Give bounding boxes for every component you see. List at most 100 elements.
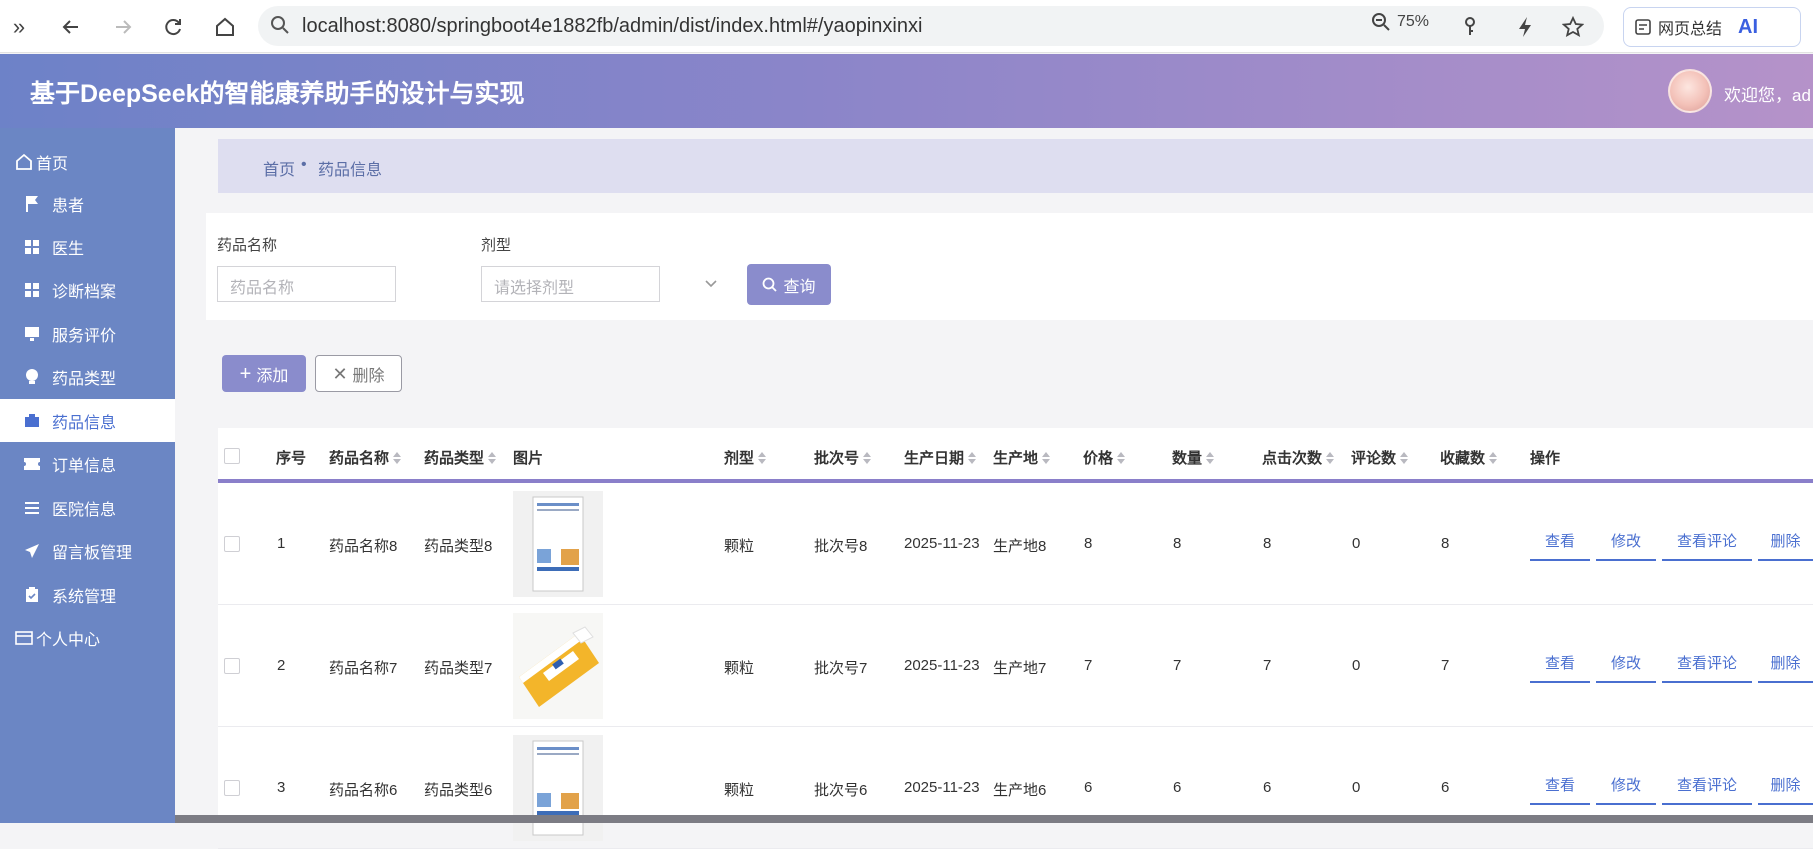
col-prod-date[interactable]: 生产日期 bbox=[904, 447, 977, 468]
sidebar-item-orders[interactable]: 订单信息 bbox=[0, 442, 175, 485]
zoom-indicator[interactable]: 75% bbox=[1371, 12, 1429, 32]
cell-clicks: 7 bbox=[1263, 657, 1272, 674]
view-comments-link[interactable]: 查看评论 bbox=[1662, 530, 1752, 561]
horizontal-scrollbar[interactable] bbox=[175, 815, 1813, 823]
sidebar-item-system[interactable]: 系统管理 bbox=[0, 573, 175, 616]
sidebar-item-patients[interactable]: 患者 bbox=[0, 182, 175, 225]
sort-icon[interactable] bbox=[758, 451, 767, 464]
view-link[interactable]: 查看 bbox=[1530, 530, 1590, 561]
double-chevron-icon[interactable]: » bbox=[4, 12, 34, 42]
cell-drug-name: 药品名称7 bbox=[329, 660, 398, 677]
sort-icon[interactable] bbox=[1117, 451, 1126, 464]
sidebar-item-home[interactable]: 首页 bbox=[0, 140, 175, 183]
cell-drug-name: 药品名称6 bbox=[329, 782, 398, 799]
edit-link[interactable]: 修改 bbox=[1596, 652, 1656, 683]
delete-link[interactable]: 删除 bbox=[1758, 530, 1813, 561]
col-favorites[interactable]: 收藏数 bbox=[1440, 447, 1498, 468]
reload-icon[interactable] bbox=[158, 12, 188, 42]
col-drug-type[interactable]: 药品类型 bbox=[424, 447, 497, 468]
col-dosage-form[interactable]: 剂型 bbox=[724, 447, 767, 468]
page-summary-button[interactable]: 网页总结 AI bbox=[1623, 7, 1801, 47]
url-text: localhost:8080/springboot4e1882fb/admin/… bbox=[302, 15, 923, 37]
sidebar-item-reviews[interactable]: 服务评价 bbox=[0, 312, 175, 355]
cell-quantity: 7 bbox=[1173, 657, 1182, 674]
view-comments-link[interactable]: 查看评论 bbox=[1662, 652, 1752, 683]
cell-comments: 0 bbox=[1352, 535, 1361, 552]
col-batch[interactable]: 批次号 bbox=[814, 447, 872, 468]
col-origin[interactable]: 生产地 bbox=[993, 447, 1051, 468]
delete-link[interactable]: 删除 bbox=[1758, 774, 1813, 805]
sidebar-item-label: 订单信息 bbox=[52, 457, 117, 475]
view-comments-link[interactable]: 查看评论 bbox=[1662, 774, 1752, 805]
delete-link[interactable]: 删除 bbox=[1758, 652, 1813, 683]
col-comments[interactable]: 评论数 bbox=[1351, 447, 1409, 468]
sort-icon[interactable] bbox=[1326, 451, 1335, 464]
avatar[interactable] bbox=[1668, 69, 1712, 113]
view-link[interactable]: 查看 bbox=[1530, 652, 1590, 683]
delete-button[interactable]: ✕ 删除 bbox=[315, 355, 402, 392]
key-icon[interactable] bbox=[1455, 12, 1485, 42]
cell-prod-date: 2025-11-23 bbox=[904, 657, 980, 674]
cell-drug-name: 药品名称8 bbox=[329, 538, 398, 555]
col-price[interactable]: 价格 bbox=[1083, 447, 1126, 468]
sidebar-item-label: 诊断档案 bbox=[52, 283, 117, 301]
sidebar-item-diagnosis[interactable]: 诊断档案 bbox=[0, 268, 175, 311]
cell-comments: 0 bbox=[1352, 657, 1361, 674]
forward-arrow-icon[interactable] bbox=[108, 12, 138, 42]
cell-drug-type: 药品类型8 bbox=[424, 538, 493, 555]
chevron-down-icon[interactable] bbox=[703, 277, 719, 291]
edit-link[interactable]: 修改 bbox=[1596, 774, 1656, 805]
home-browser-icon[interactable] bbox=[210, 12, 240, 42]
sidebar-item-label: 患者 bbox=[52, 197, 85, 215]
sort-icon[interactable] bbox=[1400, 451, 1409, 464]
drug-table: 序号 药品名称 药品类型 图片 剂型 批次号 生产日期 生产地 价格 数量 点击… bbox=[218, 428, 1813, 849]
sort-icon[interactable] bbox=[968, 451, 977, 464]
drug-name-input[interactable]: 药品名称 bbox=[217, 266, 396, 302]
sidebar-item-drug-types[interactable]: 药品类型 bbox=[0, 355, 175, 398]
col-clicks[interactable]: 点击次数 bbox=[1262, 447, 1335, 468]
cell-comments: 0 bbox=[1352, 779, 1361, 796]
search-icon bbox=[763, 277, 778, 292]
sidebar-item-hospitals[interactable]: 医院信息 bbox=[0, 486, 175, 529]
col-drug-name[interactable]: 药品名称 bbox=[329, 447, 402, 468]
sidebar-item-doctors[interactable]: 医生 bbox=[0, 225, 175, 268]
sidebar-item-label: 首页 bbox=[36, 155, 69, 173]
add-button[interactable]: + 添加 bbox=[222, 355, 306, 392]
table-row: 1 药品名称8 药品类型8 颗粒 批次号8 2025-11-23 生产地8 8 … bbox=[218, 483, 1813, 605]
cell-origin: 生产地6 bbox=[993, 782, 1047, 799]
filter-panel: 药品名称 药品名称 剂型 请选择剂型 查询 bbox=[206, 213, 1813, 320]
cell-origin: 生产地7 bbox=[993, 660, 1047, 677]
lightning-icon[interactable] bbox=[1510, 12, 1540, 42]
cell-favorites: 7 bbox=[1441, 657, 1450, 674]
sidebar-item-messages[interactable]: 留言板管理 bbox=[0, 529, 175, 572]
sort-icon[interactable] bbox=[1489, 451, 1498, 464]
grid-icon bbox=[22, 280, 42, 300]
dosage-form-label: 剂型 bbox=[481, 237, 512, 254]
dosage-form-select[interactable]: 请选择剂型 bbox=[481, 266, 660, 302]
row-checkbox[interactable] bbox=[224, 658, 240, 674]
sidebar-item-drug-info[interactable]: 药品信息 bbox=[0, 399, 175, 442]
summary-icon bbox=[1635, 19, 1651, 35]
clipboard-icon bbox=[22, 585, 42, 605]
col-quantity[interactable]: 数量 bbox=[1172, 447, 1215, 468]
star-icon[interactable] bbox=[1558, 12, 1588, 42]
ai-label: AI bbox=[1738, 15, 1759, 38]
select-all-checkbox[interactable] bbox=[224, 448, 240, 464]
drug-image-yellow-box bbox=[513, 613, 603, 719]
back-arrow-icon[interactable] bbox=[56, 12, 86, 42]
cell-batch: 批次号7 bbox=[814, 660, 868, 677]
sort-icon[interactable] bbox=[393, 451, 402, 464]
sort-icon[interactable] bbox=[1042, 451, 1051, 464]
edit-link[interactable]: 修改 bbox=[1596, 530, 1656, 561]
sort-icon[interactable] bbox=[1206, 451, 1215, 464]
sort-icon[interactable] bbox=[863, 451, 872, 464]
sidebar-item-label: 医院信息 bbox=[52, 501, 117, 519]
sidebar-item-profile[interactable]: 个人中心 bbox=[0, 616, 175, 659]
breadcrumb-home[interactable]: 首页 bbox=[263, 156, 295, 180]
row-checkbox[interactable] bbox=[224, 536, 240, 552]
breadcrumb-current: 药品信息 bbox=[318, 162, 383, 179]
query-button[interactable]: 查询 bbox=[747, 264, 831, 305]
row-checkbox[interactable] bbox=[224, 780, 240, 796]
view-link[interactable]: 查看 bbox=[1530, 774, 1590, 805]
sort-icon[interactable] bbox=[488, 451, 497, 464]
